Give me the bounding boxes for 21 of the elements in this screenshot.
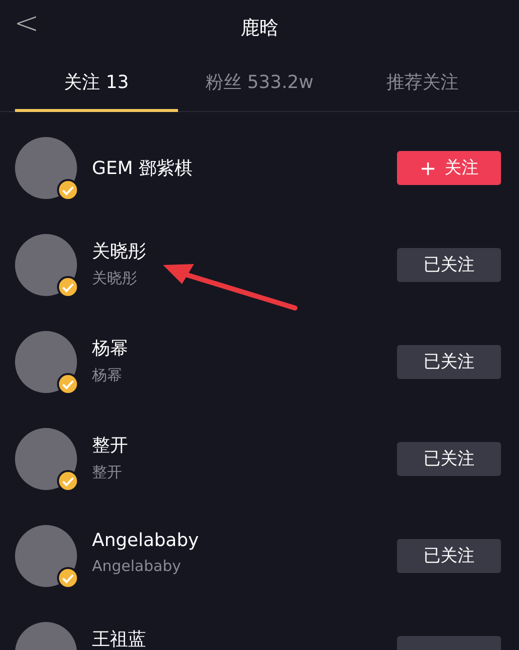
page-title: 鹿晗 xyxy=(240,16,278,40)
user-subtitle: 关晓彤 xyxy=(92,268,138,288)
user-subtitle: 整开 xyxy=(92,462,123,482)
following-button[interactable]: 已关注 xyxy=(397,344,501,378)
tab[interactable]: 推荐关注 xyxy=(341,55,504,112)
plus-icon: + xyxy=(420,158,436,178)
user-name: Angelababy xyxy=(92,530,200,550)
user-name: 杨幂 xyxy=(92,336,129,360)
following-button[interactable]: 已关注 xyxy=(397,442,501,476)
user-subtitle: Angelababy xyxy=(92,556,182,574)
user-name: 整开 xyxy=(92,434,129,456)
user-subtitle: 杨幂 xyxy=(92,366,123,384)
following-button[interactable]: 已关注 xyxy=(397,538,501,572)
tab[interactable]: 关注 13 xyxy=(15,55,178,112)
following-button[interactable]: 已关注 xyxy=(397,248,501,282)
back-button[interactable]: < xyxy=(14,6,40,41)
user-name: GEM 鄧紫棋 xyxy=(92,156,194,180)
tab[interactable]: 粉丝 533.2w xyxy=(178,55,341,112)
user-name: 王祖蓝 xyxy=(92,628,147,650)
follow-button[interactable]: + 关注 xyxy=(397,150,501,184)
user-name: 关晓彤 xyxy=(92,240,147,262)
